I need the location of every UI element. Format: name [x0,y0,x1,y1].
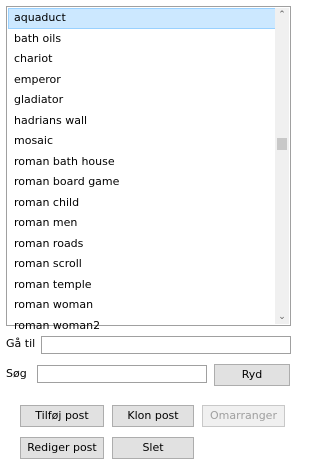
entry-list: aquaduct bath oils chariot emperor gladi… [8,8,276,336]
entry-listbox[interactable]: aquaduct bath oils chariot emperor gladi… [6,6,291,332]
list-item[interactable]: roman temple [8,275,276,296]
list-item[interactable]: hadrians wall [8,111,276,132]
search-input[interactable] [37,365,207,383]
list-scrollbar[interactable]: ⌃ ⌄ [275,8,289,324]
list-item[interactable]: roman roads [8,234,276,255]
list-item[interactable]: roman scroll [8,254,276,275]
edit-entry-button[interactable]: Rediger post [20,437,104,459]
scroll-thumb[interactable] [277,138,287,150]
scroll-up-icon[interactable]: ⌃ [275,8,289,22]
list-item[interactable]: chariot [8,49,276,70]
goto-label: Gå til [6,337,36,350]
search-label: Søg [6,367,27,380]
list-item[interactable]: roman bath house [8,152,276,173]
list-item[interactable]: roman woman [8,295,276,316]
list-item[interactable]: bath oils [8,29,276,50]
list-item[interactable]: roman board game [8,172,276,193]
list-item[interactable]: mosaic [8,131,276,152]
scroll-down-icon[interactable]: ⌄ [275,310,289,324]
list-item[interactable]: emperor [8,70,276,91]
list-item[interactable]: aquaduct [8,8,276,29]
add-entry-button[interactable]: Tilføj post [20,405,104,427]
list-item[interactable]: gladiator [8,90,276,111]
delete-entry-button[interactable]: Slet [112,437,194,459]
list-item[interactable]: roman men [8,213,276,234]
list-item[interactable]: roman woman2 [8,316,276,337]
clear-search-button[interactable]: Ryd [214,364,290,386]
list-item[interactable]: roman child [8,193,276,214]
clone-entry-button[interactable]: Klon post [112,405,194,427]
reorder-button[interactable]: Omarranger [202,405,285,427]
goto-input[interactable] [41,336,291,354]
